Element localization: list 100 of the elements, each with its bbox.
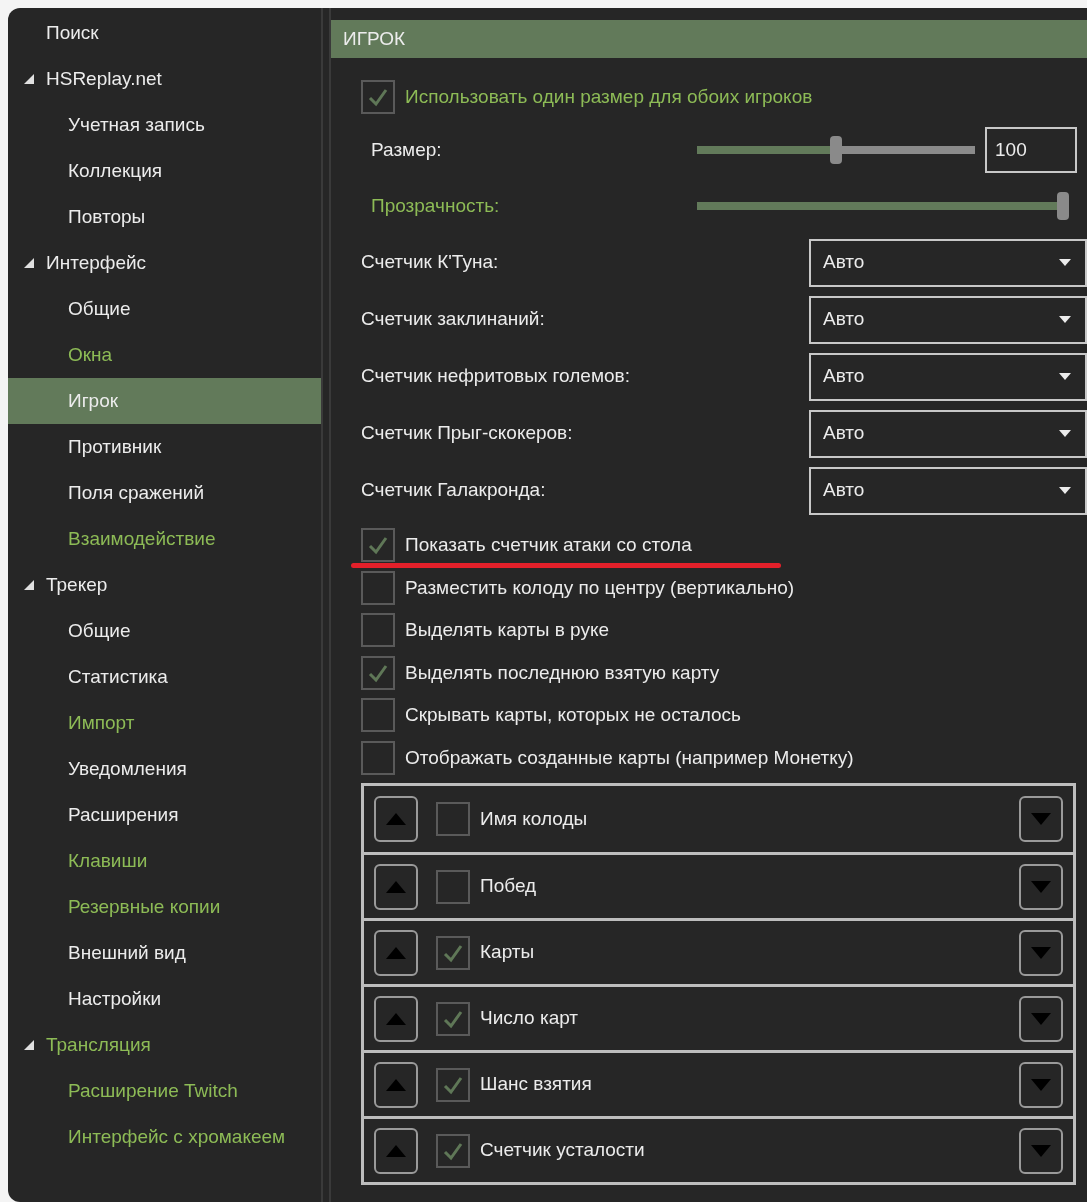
checkbox[interactable] — [361, 655, 395, 690]
sidebar-item[interactable]: Импорт — [8, 700, 322, 746]
sidebar-item[interactable]: Коллекция — [8, 148, 322, 194]
caret-icon — [1059, 259, 1071, 266]
checkbox[interactable] — [361, 613, 395, 648]
sidebar-item[interactable]: Окна — [8, 332, 322, 378]
caret-icon — [1059, 487, 1071, 494]
expand-triangle-icon[interactable] — [24, 74, 34, 84]
sidebar-item[interactable]: Общие — [8, 608, 322, 654]
triangle-up-icon — [386, 880, 406, 893]
move-up-button[interactable] — [374, 796, 418, 842]
sidebar-item[interactable]: Резервные копии — [8, 884, 322, 930]
dropdown[interactable]: Авто — [809, 352, 1087, 401]
size-input[interactable]: 100 — [985, 127, 1077, 173]
panel-item-label: Карты — [480, 940, 536, 965]
checkbox[interactable] — [436, 1067, 470, 1102]
caret-icon — [1059, 316, 1071, 323]
move-up-button[interactable] — [374, 929, 418, 976]
checkbox[interactable] — [436, 802, 470, 836]
option-label: Выделять последнюю взятую карту — [405, 660, 720, 685]
dropdown-label: Счетчик К'Туна: — [361, 250, 500, 275]
checkbox[interactable] — [361, 740, 395, 775]
sidebar-item[interactable]: Внешний вид — [8, 930, 322, 976]
sidebar-item[interactable]: Статистика — [8, 654, 322, 700]
triangle-up-icon — [386, 813, 406, 825]
checkbox[interactable] — [436, 935, 470, 970]
option-label: Скрывать карты, которых не осталось — [405, 703, 741, 727]
move-up-button[interactable] — [374, 863, 418, 910]
dropdown-label: Счетчик Прыг-скокеров: — [361, 421, 574, 446]
triangle-down-icon — [1031, 946, 1051, 959]
triangle-down-icon — [1031, 880, 1051, 893]
sidebar-item[interactable]: Противник — [8, 424, 322, 470]
panel-item-label: Имя колоды — [480, 806, 589, 831]
sidebar-item[interactable]: Расширение Twitch — [8, 1068, 322, 1114]
option-label: Выделять карты в руке — [405, 618, 609, 642]
move-down-button[interactable] — [1019, 796, 1063, 842]
triangle-up-icon — [386, 1144, 406, 1157]
expand-triangle-icon[interactable] — [24, 1040, 34, 1050]
checkbox[interactable] — [436, 1001, 470, 1036]
move-down-button[interactable] — [1019, 995, 1063, 1042]
triangle-up-icon — [386, 946, 406, 959]
sidebar-item[interactable]: Общие — [8, 286, 322, 332]
slider-label: Размер: — [370, 137, 443, 162]
caret-icon — [1059, 373, 1071, 380]
checkbox[interactable] — [361, 570, 395, 605]
move-up-button[interactable] — [374, 1127, 418, 1174]
checkbox[interactable] — [361, 698, 395, 733]
move-up-button[interactable] — [374, 995, 418, 1042]
dropdown-label: Счетчик заклинаний: — [361, 307, 546, 332]
option-label: Использовать один размер для обоих игроков — [405, 84, 813, 109]
panel-item-label: Счетчик усталости — [480, 1138, 646, 1163]
move-down-button[interactable] — [1019, 863, 1063, 910]
expand-triangle-icon[interactable] — [24, 580, 34, 590]
option-label: Разместить колоду по центру (вертикально) — [405, 575, 795, 600]
move-down-button[interactable] — [1019, 1127, 1063, 1174]
sidebar-item[interactable]: HSReplay.net — [8, 56, 322, 102]
panel-item-label: Шанс взятия — [480, 1072, 593, 1097]
dropdown-label: Счетчик Галакронда: — [361, 478, 547, 503]
panel-header: ИГРОК — [331, 20, 1087, 58]
dropdown[interactable]: Авто — [809, 295, 1087, 344]
checkbox[interactable] — [436, 1133, 470, 1168]
sidebar-item[interactable]: Трансляция — [8, 1022, 322, 1068]
sidebar-item[interactable]: Интерфейс с хромакеем — [8, 1114, 322, 1160]
expand-triangle-icon[interactable] — [24, 258, 34, 268]
sidebar-item[interactable]: Поля сражений — [8, 470, 322, 516]
sidebar-item[interactable]: Учетная запись — [8, 102, 322, 148]
sidebar-item[interactable]: Настройки — [8, 976, 322, 1022]
triangle-down-icon — [1031, 1078, 1051, 1091]
triangle-down-icon — [1031, 1144, 1051, 1157]
slider-thumb[interactable] — [830, 136, 842, 164]
triangle-up-icon — [386, 1078, 406, 1091]
triangle-down-icon — [1031, 1012, 1051, 1025]
slider-label: Прозрачность: — [370, 193, 501, 218]
dropdown[interactable]: Авто — [809, 466, 1087, 515]
sidebar-item[interactable]: Клавиши — [8, 838, 322, 884]
dropdown-label: Счетчик нефритовых големов: — [361, 364, 631, 389]
option-label: Показать счетчик атаки со стола — [405, 533, 692, 557]
move-down-button[interactable] — [1019, 1061, 1063, 1108]
sidebar-item[interactable]: Игрок — [8, 378, 322, 424]
checkbox[interactable] — [436, 869, 470, 904]
move-up-button[interactable] — [374, 1061, 418, 1108]
triangle-down-icon — [1031, 813, 1051, 825]
sidebar-item[interactable]: Уведомления — [8, 746, 322, 792]
panel-item-label: Побед — [480, 874, 538, 899]
checkbox[interactable] — [361, 80, 395, 114]
move-down-button[interactable] — [1019, 929, 1063, 976]
dropdown[interactable]: Авто — [809, 409, 1087, 458]
sidebar-item[interactable]: Расширения — [8, 792, 322, 838]
sidebar-item[interactable]: Повторы — [8, 194, 322, 240]
sidebar-item[interactable]: Трекер — [8, 562, 322, 608]
checkbox[interactable] — [361, 528, 395, 563]
sidebar-item[interactable]: Интерфейс — [8, 240, 322, 286]
panel-item-label: Число карт — [480, 1006, 580, 1031]
slider-thumb[interactable] — [1057, 192, 1069, 220]
triangle-up-icon — [386, 1012, 406, 1025]
caret-icon — [1059, 430, 1071, 437]
sidebar-item[interactable]: Поиск — [8, 10, 322, 56]
dropdown[interactable]: Авто — [809, 238, 1087, 287]
sidebar-item[interactable]: Взаимодействие — [8, 516, 322, 562]
option-label: Отображать созданные карты (например Монетку) — [405, 745, 854, 770]
